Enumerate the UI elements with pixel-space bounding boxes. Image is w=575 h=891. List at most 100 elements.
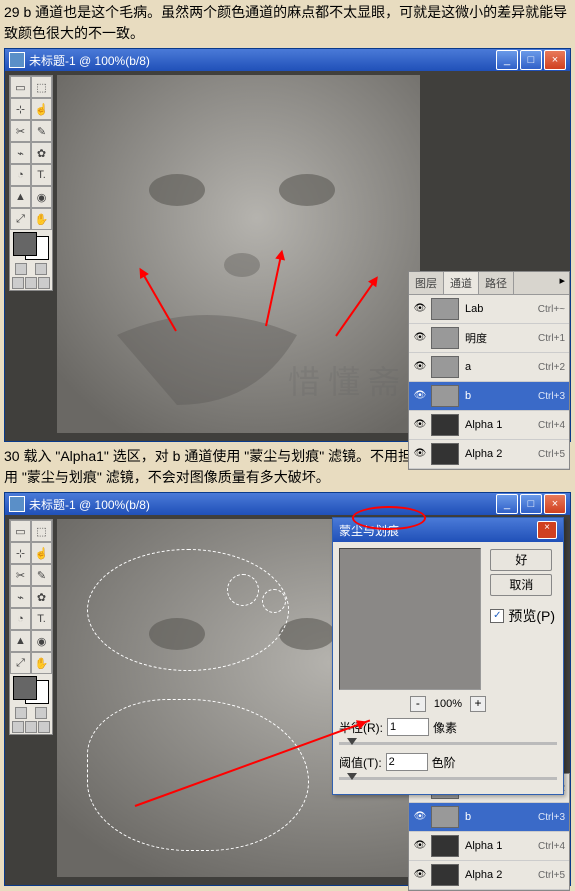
channel-shortcut: Ctrl+2 — [538, 362, 565, 373]
mode-button[interactable] — [15, 707, 27, 719]
tool[interactable]: ✋ — [31, 208, 52, 230]
cancel-button[interactable]: 取消 — [490, 574, 552, 596]
visibility-icon[interactable]: 👁 — [413, 332, 427, 344]
app-icon — [9, 52, 25, 68]
channel-name: b — [465, 390, 538, 402]
tool[interactable]: ✋ — [31, 652, 52, 674]
tab-channels[interactable]: 通道 — [444, 272, 479, 294]
channel-shortcut: Ctrl+4 — [538, 841, 565, 852]
tool[interactable]: ⤢ — [10, 652, 31, 674]
channel-shortcut: Ctrl+~ — [538, 304, 565, 315]
color-swatch[interactable] — [11, 676, 51, 704]
channel-thumb — [431, 414, 459, 436]
tool[interactable]: ☝ — [31, 542, 52, 564]
tool[interactable]: ⤢ — [10, 208, 31, 230]
tool[interactable]: ▲ — [10, 186, 31, 208]
minimize-button[interactable]: _ — [496, 494, 518, 514]
tool[interactable]: ▭ — [10, 520, 31, 542]
tool[interactable]: ⬚ — [31, 520, 52, 542]
screen-mode[interactable] — [38, 277, 50, 289]
tool[interactable]: ▲ — [10, 630, 31, 652]
radius-slider[interactable] — [339, 742, 557, 745]
radius-input[interactable] — [387, 718, 429, 736]
visibility-icon[interactable]: 👁 — [413, 303, 427, 315]
mode-button[interactable] — [35, 707, 47, 719]
titlebar[interactable]: 未标题-1 @ 100%(b/8) _ □ × — [5, 493, 570, 515]
maximize-button[interactable]: □ — [520, 494, 542, 514]
screen-mode[interactable] — [12, 721, 24, 733]
visibility-icon[interactable]: 👁 — [413, 390, 427, 402]
tool[interactable]: ◔ — [10, 164, 31, 186]
tab-layers[interactable]: 图层 — [409, 272, 444, 294]
visibility-icon[interactable]: 👁 — [413, 811, 427, 823]
dialog-preview[interactable] — [339, 548, 481, 690]
zoom-in-button[interactable]: + — [470, 696, 486, 712]
visibility-icon[interactable]: 👁 — [413, 361, 427, 373]
tool[interactable]: ☝ — [31, 98, 52, 120]
channel-row[interactable]: 👁bCtrl+3 — [409, 803, 569, 832]
tool[interactable]: ✂ — [10, 564, 31, 586]
photoshop-window-1: 未标题-1 @ 100%(b/8) _ □ × ▭⬚ ⊹☝ ✂✎ ⌁✿ ◔T. … — [4, 48, 571, 442]
visibility-icon[interactable]: 👁 — [413, 419, 427, 431]
zoom-out-button[interactable]: - — [410, 696, 426, 712]
minimize-button[interactable]: _ — [496, 50, 518, 70]
tool[interactable]: ✿ — [31, 142, 52, 164]
mode-button[interactable] — [15, 263, 27, 275]
visibility-icon[interactable]: 👁 — [413, 869, 427, 881]
tool[interactable]: ◉ — [31, 186, 52, 208]
ok-button[interactable]: 好 — [490, 549, 552, 571]
close-button[interactable]: × — [544, 494, 566, 514]
channel-thumb — [431, 806, 459, 828]
channel-name: Alpha 2 — [465, 448, 538, 460]
preview-checkbox[interactable]: ✓ — [490, 609, 504, 623]
panel-menu-icon[interactable]: ▸ — [555, 272, 569, 294]
tool[interactable]: ⊹ — [10, 542, 31, 564]
titlebar[interactable]: 未标题-1 @ 100%(b/8) _ □ × — [5, 49, 570, 71]
channel-row[interactable]: 👁 aCtrl+2 — [409, 353, 569, 382]
radius-unit: 像素 — [433, 719, 457, 736]
screen-mode[interactable] — [25, 721, 37, 733]
toolbox: ▭⬚ ⊹☝ ✂✎ ⌁✿ ◔T. ▲◉ ⤢✋ — [9, 75, 53, 291]
threshold-slider[interactable] — [339, 777, 557, 780]
watermark: 惜 懂 斋 — [288, 357, 400, 403]
screen-mode[interactable] — [12, 277, 24, 289]
tool[interactable]: ⬚ — [31, 76, 52, 98]
tool[interactable]: ✂ — [10, 120, 31, 142]
tool[interactable]: ▭ — [10, 76, 31, 98]
tool[interactable]: ✎ — [31, 564, 52, 586]
channel-row[interactable]: 👁明度Ctrl+1 — [409, 324, 569, 353]
tool[interactable]: ✿ — [31, 586, 52, 608]
threshold-input[interactable] — [386, 753, 428, 771]
channel-row[interactable]: 👁LabCtrl+~ — [409, 295, 569, 324]
tool[interactable]: ◔ — [10, 608, 31, 630]
tool[interactable]: ⌁ — [10, 142, 31, 164]
dust-scratches-dialog: 蒙尘与划痕 × 好 取消 ✓预览(P) - 100% + 半径(R): 像素 — [332, 517, 564, 795]
tool[interactable]: T. — [31, 164, 52, 186]
visibility-icon[interactable]: 👁 — [413, 448, 427, 460]
tool[interactable]: ⊹ — [10, 98, 31, 120]
mode-button[interactable] — [35, 263, 47, 275]
color-swatch[interactable] — [11, 232, 51, 260]
maximize-button[interactable]: □ — [520, 50, 542, 70]
channel-row[interactable]: 👁 Alpha 1Ctrl+4 — [409, 832, 569, 861]
screen-mode[interactable] — [38, 721, 50, 733]
channel-row[interactable]: 👁bCtrl+3 — [409, 382, 569, 411]
tool[interactable]: T. — [31, 608, 52, 630]
visibility-icon[interactable]: 👁 — [413, 840, 427, 852]
tool[interactable]: ⌁ — [10, 586, 31, 608]
channel-name: Alpha 1 — [465, 840, 538, 852]
channel-row[interactable]: 👁Alpha 2Ctrl+5 — [409, 440, 569, 469]
close-button[interactable]: × — [544, 50, 566, 70]
tool[interactable]: ✎ — [31, 120, 52, 142]
channel-row[interactable]: 👁Alpha 1Ctrl+4 — [409, 411, 569, 440]
channel-shortcut: Ctrl+5 — [538, 870, 565, 881]
tool[interactable]: ◉ — [31, 630, 52, 652]
canvas[interactable]: 惜 懂 斋 — [57, 75, 420, 433]
tab-paths[interactable]: 路径 — [479, 272, 514, 294]
channel-shortcut: Ctrl+1 — [538, 333, 565, 344]
channel-name: a — [465, 361, 538, 373]
screen-mode[interactable] — [25, 277, 37, 289]
step-29-text: 29 b 通道也是这个毛病。虽然两个颜色通道的麻点都不太显眼，可就是这微小的差异… — [0, 0, 575, 46]
dialog-close-button[interactable]: × — [537, 521, 557, 539]
channel-row[interactable]: 👁Alpha 2Ctrl+5 — [409, 861, 569, 890]
